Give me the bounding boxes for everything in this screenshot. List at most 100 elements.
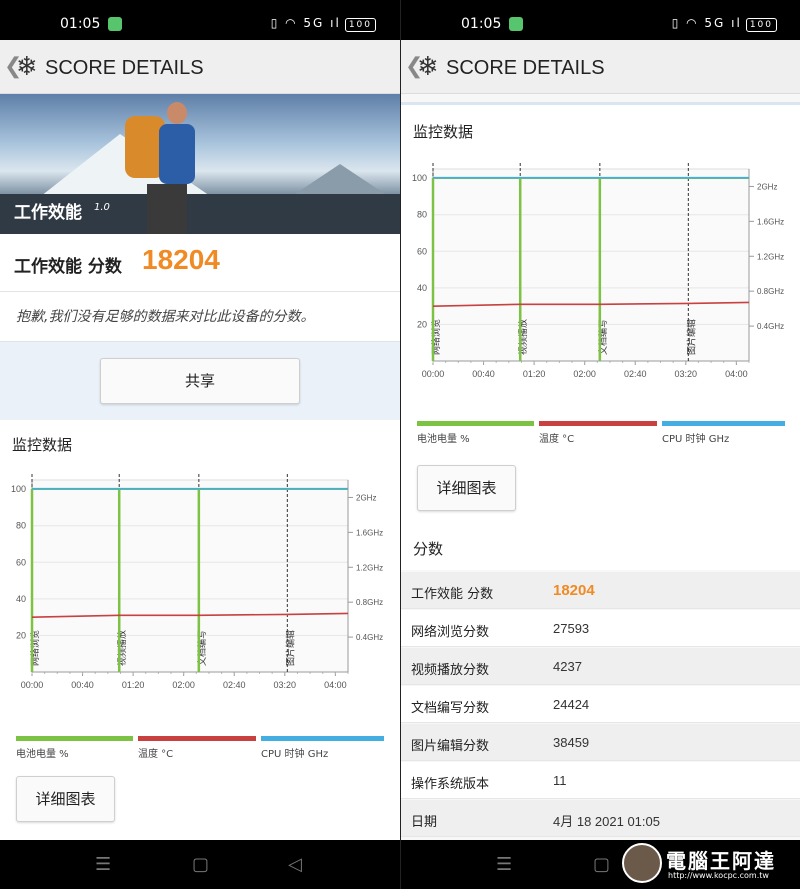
snowflake-icon: ❄: [417, 52, 439, 82]
hero-banner: 工作效能 1.0: [0, 94, 400, 234]
app-bar: ❮ ❄ SCORE DETAILS: [401, 40, 800, 94]
watermark: 電腦王阿達 http://www.kocpc.com.tw: [622, 843, 792, 883]
x-tick-label: 00:40: [472, 369, 495, 379]
detail-chart-button[interactable]: 详细图表: [417, 465, 516, 511]
watermark-text: 電腦王阿達: [666, 849, 776, 873]
segment-label: 网络浏览: [430, 319, 441, 355]
page-title: SCORE DETAILS: [446, 57, 605, 79]
x-tick-label: 04:00: [725, 369, 748, 379]
status-bar: 01:05 ▯ ◠ 5G ıl 100: [0, 0, 400, 40]
y-tick-label: 20: [16, 630, 26, 640]
segment-label: 网络浏览: [29, 630, 40, 666]
wechat-icon: [108, 17, 122, 31]
score-table-row: 视频播放分数 4237: [401, 648, 800, 685]
x-tick-label: 02:00: [172, 680, 195, 690]
nav-bar: ☰ ▢ ◁: [0, 840, 400, 889]
legend-cpu: CPU 时钟 GHz: [662, 421, 785, 445]
segment-label: 文档编写: [196, 630, 207, 666]
back-icon[interactable]: ◁: [288, 854, 302, 875]
y2-tick-label: 1.6GHz: [356, 528, 383, 537]
score-row-label: 视频播放分数: [411, 663, 490, 678]
home-icon[interactable]: ▢: [192, 854, 209, 875]
score-value: 18204: [142, 244, 220, 275]
detail-chart-button[interactable]: 详细图表: [16, 776, 115, 822]
status-bar: 01:05 ▯ ◠ 5G ıl 100: [401, 0, 800, 40]
page-title: SCORE DETAILS: [45, 57, 204, 79]
notice-text: 抱歉,我们没有足够的数据来对比此设备的分数。: [16, 309, 315, 325]
share-area: 共享: [0, 342, 400, 420]
menu-icon[interactable]: ☰: [496, 854, 512, 875]
right-screen: 01:05 ▯ ◠ 5G ıl 100 ❮ ❄ SCORE DETAILS 监控数…: [400, 0, 800, 889]
monitor-heading: 监控数据: [413, 123, 474, 141]
score-row-label: 工作效能 分数: [411, 587, 494, 602]
y-tick-label: 40: [16, 594, 26, 604]
scores-heading-row: 分数: [401, 524, 800, 570]
y-tick-label: 100: [412, 173, 427, 183]
score-row-value: 18204: [553, 582, 595, 599]
x-tick-label: 02:40: [624, 369, 647, 379]
scores-heading: 分数: [413, 540, 444, 558]
segment-label: 视频播放: [116, 630, 127, 666]
score-table-row: 图片编辑分数 38459: [401, 724, 800, 761]
score-row-value: 27593: [553, 621, 590, 636]
score-row-label: 网络浏览分数: [411, 625, 490, 640]
x-tick-label: 02:00: [573, 369, 596, 379]
score-row-label: 日期: [411, 815, 438, 830]
x-tick-label: 03:20: [274, 680, 297, 690]
status-time: 01:05: [60, 16, 101, 32]
y-tick-label: 20: [417, 319, 427, 329]
left-screen: 01:05 ▯ ◠ 5G ıl 100 ❮ ❄ SCORE DETAILS 工作效…: [0, 0, 400, 889]
y-tick-label: 40: [417, 283, 427, 293]
segment-label: 图片编辑: [685, 319, 696, 355]
score-table-row: 日期 4月 18 2021 01:05: [401, 800, 800, 837]
wechat-icon: [509, 17, 523, 31]
signal-icons: ▯ ◠ 5G ıl 100: [271, 16, 376, 32]
hiker-image: [125, 102, 205, 234]
plot-area: [31, 479, 349, 673]
x-tick-label: 00:40: [71, 680, 94, 690]
snowflake-icon: ❄: [16, 52, 38, 82]
status-time: 01:05: [461, 16, 502, 32]
y2-tick-label: 0.8GHz: [757, 287, 784, 296]
monitor-section: 监控数据 20 40 60 80 100 0.4GHz 0.8GHz 1.2GHz 1.6GHz…: [0, 420, 400, 840]
monitor-section: 监控数据 20 40 60 80 100 0.4GHz 0.8GHz 1.2GHz 1.6GHz…: [401, 102, 800, 542]
monitor-chart: 20 40 60 80 100 0.4GHz 0.8GHz 1.2GHz 1.6GHz 2GHz 0…: [11, 474, 383, 690]
monitor-heading: 监控数据: [12, 436, 73, 454]
x-tick-label: 03:20: [675, 369, 698, 379]
watermark-avatar: [622, 843, 662, 883]
y2-tick-label: 1.6GHz: [757, 217, 784, 226]
x-tick-label: 01:20: [122, 680, 145, 690]
notice: 抱歉,我们没有足够的数据来对比此设备的分数。: [0, 292, 400, 342]
hero-version: 1.0: [94, 202, 110, 213]
score-row-value: 11: [553, 773, 567, 788]
y2-tick-label: 2GHz: [757, 182, 777, 191]
y-tick-label: 60: [16, 557, 26, 567]
x-tick-label: 04:00: [324, 680, 347, 690]
home-icon[interactable]: ▢: [593, 854, 610, 875]
app-bar: ❮ ❄ SCORE DETAILS: [0, 40, 400, 94]
score-row-value: 38459: [553, 735, 590, 750]
y-tick-label: 100: [11, 484, 26, 494]
watermark-url: http://www.kocpc.com.tw: [668, 871, 769, 880]
score-table-row: 操作系统版本 11: [401, 762, 800, 799]
x-tick-label: 00:00: [21, 680, 44, 690]
battery-icon: 100: [344, 18, 376, 32]
y2-tick-label: 1.2GHz: [757, 252, 784, 261]
x-tick-label: 01:20: [523, 369, 546, 379]
content-area[interactable]: 工作效能 1.0 工作效能 分数 18204 抱歉,我们没有足够的数据来对比此设…: [0, 94, 400, 840]
score-row: 工作效能 分数 18204: [0, 234, 400, 292]
content-area[interactable]: 监控数据 20 40 60 80 100 0.4GHz 0.8GHz 1.2GHz 1.6GHz…: [401, 94, 800, 840]
legend-battery: 电池电量 %: [16, 736, 133, 760]
legend-battery: 电池电量 %: [417, 421, 534, 445]
score-label: 工作效能 分数: [14, 257, 122, 277]
hero-title: 工作效能: [14, 203, 82, 223]
segment-label: 视频播放: [517, 319, 528, 355]
legend-temperature: 温度 °C: [138, 736, 256, 760]
signal-icons: ▯ ◠ 5G ıl 100: [672, 16, 777, 32]
share-button[interactable]: 共享: [100, 358, 300, 404]
legend-temperature: 温度 °C: [539, 421, 657, 445]
x-tick-label: 02:40: [223, 680, 246, 690]
y-tick-label: 80: [16, 521, 26, 531]
menu-icon[interactable]: ☰: [95, 854, 111, 875]
scores-table: 工作效能 分数 18204 网络浏览分数 27593 视频播放分数 4237 文档编写分数 2…: [401, 572, 800, 840]
